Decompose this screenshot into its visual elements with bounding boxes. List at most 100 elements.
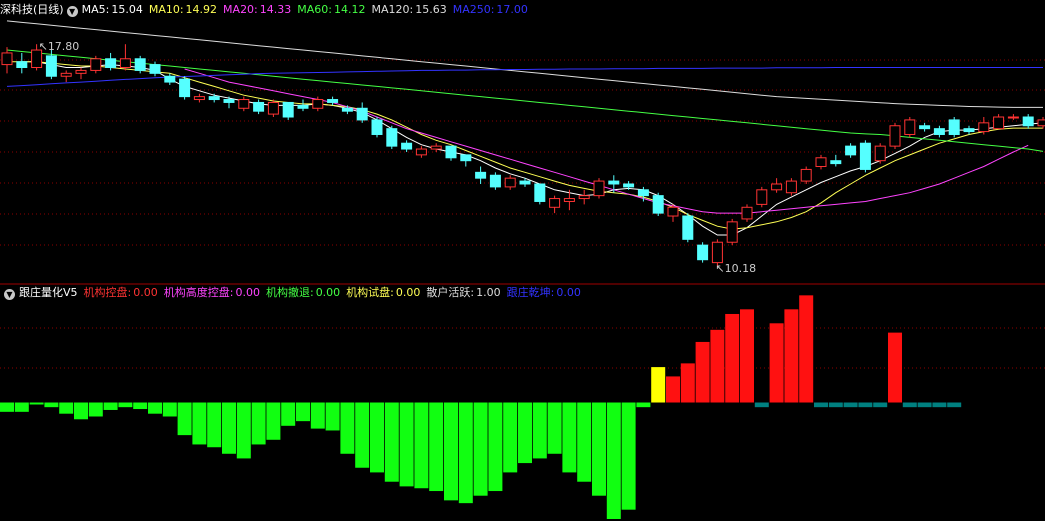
chevron-down-icon[interactable]: ▼ [4,289,15,300]
indicator-bar [74,402,88,420]
ma-legend-label: MA250: [452,3,495,16]
indicator-bar [14,402,29,412]
indicator-bar [0,402,14,412]
candle-body [963,128,975,133]
candle-body [741,206,753,220]
indicator-legend-item: 机构高度控盘: 0.00 [164,286,260,299]
indicator-bar [725,313,740,403]
candle-body [563,198,575,202]
indicator-bar [133,402,148,410]
chevron-down-icon[interactable]: ▼ [66,6,78,17]
indicator-bar [843,402,858,408]
indicator-bar [562,402,577,473]
ma-line-ma10 [7,61,1043,230]
ma-legend-value: 17.00 [496,3,528,16]
indicator-legend-item: 跟庄乾坤: 0.00 [507,286,581,299]
candle-body [16,61,28,69]
candle-body [993,116,1005,130]
indicator-bar [532,402,547,459]
candle-body [859,142,871,170]
indicator-bar [680,363,695,403]
candle-body [549,198,561,208]
indicator-legend-value: 0.00 [556,286,581,299]
indicator-bar [266,402,281,440]
candle-body [682,215,694,240]
ma-legend-item: MA60: 14.12 [297,3,365,16]
indicator-bar [902,402,917,408]
indicator-bar [577,402,592,482]
indicator-bar [251,402,266,445]
indicator-bar [444,402,458,501]
indicator-legend-label: 机构控盘: [83,286,132,299]
indicator-bar [947,402,962,408]
ma-legend-label: MA60: [297,3,332,16]
indicator-bar [281,402,296,426]
candle-body [919,125,931,130]
candle-body [356,107,368,121]
indicator-bar [207,402,222,448]
indicator-bar [518,402,532,464]
indicator-panel-header: ▼ 跟庄量化V5 机构控盘: 0.00 机构高度控盘: 0.00 机构撤退: 0.00 机构试盘… [0,285,593,301]
ma-legend: MA5: 15.04 MA10: 14.92 MA20: 14.33 MA60: 14.12 M… [82,3,534,16]
candle-body [578,195,590,200]
ma-legend-value: 15.63 [415,3,447,16]
indicator-bar [473,402,488,496]
ma-legend-item: MA250: 17.00 [453,3,528,16]
indicator-bar [799,295,814,403]
arrow-icon: ↖ [715,262,725,276]
candle-body [90,58,102,71]
indicator-bar [769,323,784,403]
candle-body [341,107,353,112]
indicator-bar [592,402,606,496]
indicator-bar [384,402,399,482]
indicator-bar [828,402,843,408]
indicator-bar [162,402,177,417]
candle-body [371,119,383,135]
indicator-bar [414,402,429,489]
indicator-legend-value: 0.00 [133,286,158,299]
indicator-bar [666,376,680,403]
indicator-bar [59,402,74,414]
indicator-bar [503,402,518,473]
low-price-label: ↖10.18 [715,262,756,275]
candle-body [386,128,398,147]
candle-body [1037,119,1045,127]
candle-body [534,183,546,202]
indicator-bar [606,402,621,519]
high-price-value: 17.80 [47,40,80,54]
indicator-bar [148,402,162,414]
candle-body [904,119,916,135]
indicator-bar [192,402,207,445]
ma-line-ma250 [6,67,1043,87]
indicator-bar [296,402,310,422]
candle-body [134,58,146,71]
indicator-bar [917,402,932,408]
indicator-bar [621,402,636,510]
indicator-legend-value: 1.00 [476,286,501,299]
ma-line-ma120 [6,20,1043,108]
candle-body [267,101,279,115]
ma-legend-label: MA5: [81,3,110,16]
candle-body [874,145,886,162]
ma-line-ma60 [6,49,1044,152]
indicator-bar [695,341,710,403]
candle-body [652,195,664,214]
ma-legend-label: MA120: [371,3,414,16]
candle-body [415,148,427,156]
indicator-bar [754,402,769,408]
indicator-legend-value: 0.00 [395,286,421,299]
indicator-bar [44,402,59,408]
indicator-bar [888,332,902,403]
indicator-legend: 机构控盘: 0.00 机构高度控盘: 0.00 机构撤退: 0.00 机构试盘: 0.00 散户… [84,286,587,299]
ma-legend-value: 15.04 [111,3,143,16]
candle-body [430,145,442,150]
indicator-bar [118,402,133,408]
indicator-legend-item: 机构试盘: 0.00 [346,286,420,299]
indicator-bar [103,402,118,410]
indicator-bar [399,402,414,487]
ma-line-ma5 [21,61,1044,236]
candle-body [504,177,516,188]
indicator-bar [429,402,444,492]
candle-body [933,128,945,135]
ma-legend-item: MA10: 14.92 [149,3,217,16]
